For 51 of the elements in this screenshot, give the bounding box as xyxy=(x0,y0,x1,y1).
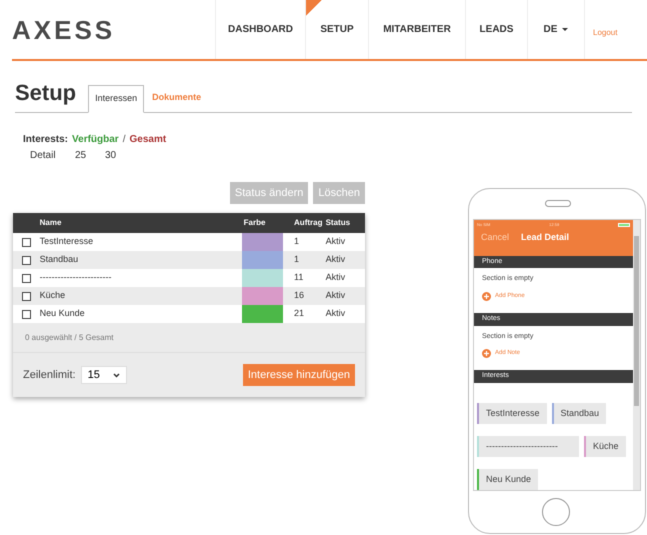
chevron-icon xyxy=(112,372,120,378)
table-cell: Neu Kunde xyxy=(40,308,85,318)
table-cell: Standbau xyxy=(40,254,78,264)
selection-info: 0 ausgewählt / 5 Gesamt xyxy=(25,332,114,344)
battery-icon xyxy=(618,222,630,226)
summary-label: Interests: xyxy=(23,133,68,147)
table-cell: ------------------------ xyxy=(40,272,112,282)
logo: AXESS xyxy=(12,16,116,42)
table-cell: Aktiv xyxy=(326,272,346,282)
row-limit-select[interactable]: 15 xyxy=(80,366,127,384)
checkbox[interactable] xyxy=(22,256,31,264)
table-cell: Aktiv xyxy=(326,236,346,246)
table-cell: Küche xyxy=(40,290,66,300)
table-cell: Aktiv xyxy=(326,254,346,264)
column-header: Status xyxy=(326,218,350,227)
available-label: Verfügbar xyxy=(72,133,119,147)
table-cell: 1 xyxy=(294,236,300,246)
available-count: 25 xyxy=(74,149,88,163)
checkbox[interactable] xyxy=(22,274,31,282)
speaker-icon xyxy=(545,200,571,207)
caret-icon xyxy=(562,28,568,32)
page-title: Setup xyxy=(15,82,76,107)
table-cell: 21 xyxy=(294,308,304,318)
add-icon xyxy=(482,349,491,358)
separator: / xyxy=(122,133,126,147)
checkbox[interactable] xyxy=(22,238,31,246)
interest-tag[interactable]: Küche xyxy=(584,436,626,457)
interest-tag[interactable]: ------------------------ xyxy=(477,436,579,457)
total-count: 30 xyxy=(105,149,116,163)
table-cell: 11 xyxy=(294,272,304,282)
table-cell: 16 xyxy=(294,290,304,300)
row-label: Detail xyxy=(29,149,57,163)
row-limit-label: Zeilenlimit: xyxy=(23,368,76,383)
checkbox[interactable] xyxy=(22,310,31,318)
interest-tag[interactable]: Neu Kunde xyxy=(477,468,538,490)
interest-tag[interactable]: Standbau xyxy=(552,402,606,424)
total-label: Gesamt xyxy=(129,133,166,147)
table-cell: Aktiv xyxy=(326,290,346,300)
table-cell: Aktiv xyxy=(326,308,346,318)
column-header: Farbe xyxy=(244,218,266,227)
table-cell: TestInteresse xyxy=(40,236,94,246)
add-icon xyxy=(482,292,491,301)
interest-tag[interactable]: TestInteresse xyxy=(477,402,547,424)
table-cell: 1 xyxy=(294,254,300,264)
column-header: Name xyxy=(40,218,62,227)
home-button-icon xyxy=(542,498,570,526)
tab[interactable]: Interessen xyxy=(88,85,144,113)
column-header: Auftrag xyxy=(294,218,322,227)
language-menu[interactable]: DE xyxy=(527,0,585,59)
checkbox[interactable] xyxy=(22,292,31,300)
screen-title: Lead Detail xyxy=(521,231,570,244)
